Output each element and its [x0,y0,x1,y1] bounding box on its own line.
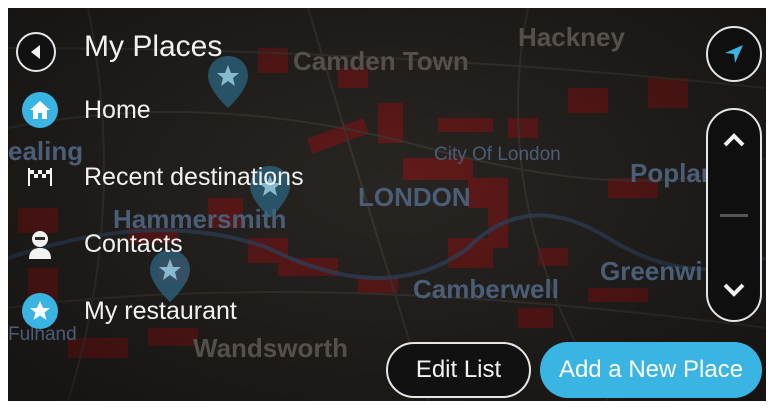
list-item-home[interactable]: Home [20,86,320,134]
list-item-recent-destinations[interactable]: Recent destinations [20,153,320,201]
list-item-label: Recent destinations [84,162,304,191]
map-label-london: LONDON [358,182,471,212]
chevron-left-icon [31,45,40,59]
list-item-label: Home [84,95,151,124]
contact-person-icon [20,224,60,264]
map-label-greenwich: Greenwi [600,256,703,286]
home-icon [22,92,58,128]
list-item-contacts[interactable]: Contacts [20,220,320,268]
navigation-arrow-icon [725,45,743,63]
edit-list-button[interactable]: Edit List [386,342,531,398]
page-title: My Places [84,30,223,63]
star-icon [22,293,58,329]
screen: Camden Town Hackney City Of London LONDO… [8,8,766,401]
list-item-my-restaurant[interactable]: My restaurant [20,287,320,335]
map-label-wandsworth: Wandsworth [193,333,349,363]
checkered-flag-icon [20,157,60,197]
scroll-up-button[interactable] [708,110,760,170]
chevron-down-icon [723,283,745,297]
list-item-label: Contacts [84,229,183,258]
list-item-label: My restaurant [84,296,237,325]
chevron-up-icon [723,133,745,147]
map-label-poplar: Poplar [630,158,711,188]
current-location-button[interactable] [706,26,762,82]
add-new-place-button[interactable]: Add a New Place [540,342,762,398]
scroll-down-button[interactable] [708,260,760,320]
scroll-control[interactable] [706,108,762,322]
map-label-camberwell: Camberwell [413,274,559,304]
scroll-track [720,214,748,217]
map-label-hackney: Hackney [518,22,625,52]
map-label-camden-town: Camden Town [293,46,469,76]
map-label-city-of-london: City Of London [434,144,561,165]
back-button[interactable] [16,32,56,72]
